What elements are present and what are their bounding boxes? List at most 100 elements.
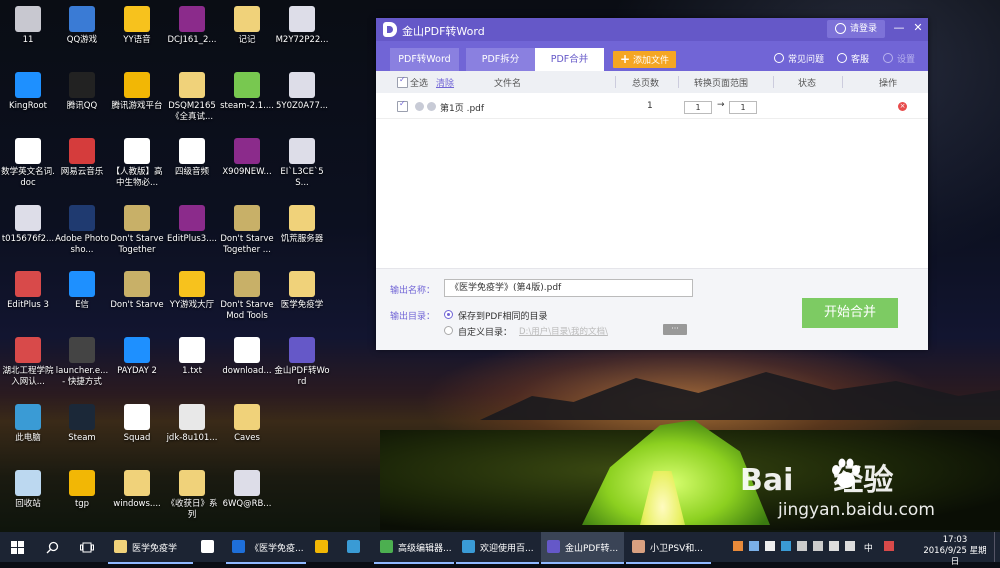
desktop-icon[interactable]: EditPlus 3 bbox=[0, 271, 56, 311]
desktop-icon[interactable]: PAYDAY 2 bbox=[109, 337, 165, 377]
desktop-icon[interactable]: 医学免疫学 bbox=[274, 271, 330, 311]
option-custom-dir[interactable]: 自定义目录： bbox=[458, 325, 512, 338]
desktop-icon[interactable]: M2Y72P22... bbox=[274, 6, 330, 46]
desktop-icon[interactable]: Adobe Photosho... bbox=[54, 205, 110, 256]
desktop-icon[interactable]: EditPlus3.... bbox=[164, 205, 220, 245]
desktop-icon[interactable]: Caves bbox=[219, 404, 275, 444]
desktop-icon[interactable]: Squad bbox=[109, 404, 165, 444]
select-all-checkbox[interactable] bbox=[397, 75, 408, 88]
tray-app-icon[interactable] bbox=[797, 541, 807, 551]
show-desktop-button[interactable] bbox=[994, 532, 1000, 562]
desktop-icon[interactable]: Don't Starve Together bbox=[109, 205, 165, 256]
task-view-icon[interactable] bbox=[80, 541, 94, 554]
desktop-icon[interactable]: 5Y0Z0A77... bbox=[274, 72, 330, 112]
desktop-icon[interactable]: YY游戏大厅 bbox=[164, 271, 220, 311]
desktop-icon[interactable]: 四级音频 bbox=[164, 138, 220, 178]
tab-pdf-split[interactable]: PDF拆分 bbox=[466, 48, 535, 71]
row-checkbox[interactable] bbox=[397, 99, 408, 112]
desktop-icon[interactable]: launcher.e... - 快捷方式 bbox=[54, 337, 110, 388]
desktop-icon[interactable]: EI`L3CE`5S... bbox=[274, 138, 330, 189]
taskbar-app[interactable]: 小卫PSV和... bbox=[626, 532, 711, 564]
taskbar-app[interactable]: 金山PDF转... bbox=[541, 532, 624, 564]
taskbar-app[interactable] bbox=[341, 532, 369, 562]
taskbar-app[interactable] bbox=[309, 532, 337, 562]
app-icon bbox=[179, 470, 205, 496]
move-up-icon[interactable] bbox=[415, 102, 424, 111]
add-file-button[interactable]: + 添加文件 bbox=[613, 51, 676, 68]
clear-link[interactable]: 清除 bbox=[436, 76, 454, 89]
delete-icon[interactable]: × bbox=[898, 102, 907, 111]
desktop-icon[interactable]: QQ游戏 bbox=[54, 6, 110, 46]
desktop-icon[interactable]: 湖北工程学院入网认... bbox=[0, 337, 56, 388]
desktop-icon[interactable]: windows.... bbox=[109, 470, 165, 510]
browse-button[interactable]: ··· bbox=[663, 324, 687, 335]
app-icon bbox=[289, 337, 315, 363]
tray-app-icon[interactable] bbox=[733, 541, 743, 551]
taskbar-app[interactable] bbox=[195, 532, 223, 562]
desktop-icon[interactable]: 【人教版】高中生物必... bbox=[109, 138, 165, 189]
desktop-icon[interactable]: KingRoot bbox=[0, 72, 56, 112]
taskbar-app[interactable]: 欢迎使用百... bbox=[456, 532, 539, 564]
input-language[interactable]: 中 bbox=[864, 544, 873, 554]
desktop-icon[interactable]: Steam bbox=[54, 404, 110, 444]
start-merge-button[interactable]: 开始合并 bbox=[802, 298, 898, 328]
clock[interactable]: 17:03 2016/9/25 星期日 bbox=[920, 535, 990, 568]
desktop-icon[interactable]: DCJ161_2... bbox=[164, 6, 220, 46]
taskbar-app[interactable]: 《医学免疫... bbox=[226, 532, 306, 564]
tray-app-icon[interactable] bbox=[749, 541, 759, 551]
desktop-icon[interactable]: 1.txt bbox=[164, 337, 220, 377]
desktop-icon[interactable]: 6WQ@RB... bbox=[219, 470, 275, 510]
search-icon[interactable] bbox=[46, 541, 59, 554]
minimize-button[interactable]: — bbox=[892, 21, 906, 34]
desktop-icon[interactable]: 饥荒服务器 bbox=[274, 205, 330, 245]
desktop-icon[interactable]: 记记 bbox=[219, 6, 275, 46]
desktop-icon[interactable]: 腾讯游戏平台 bbox=[109, 72, 165, 112]
faq-button[interactable]: 常见问题 bbox=[774, 52, 824, 65]
title-bar[interactable]: 金山PDF转Word 请登录 — ✕ bbox=[376, 18, 928, 41]
select-all-label[interactable]: 全选 bbox=[410, 76, 428, 89]
desktop-icon[interactable]: DSQM2165《全真试... bbox=[164, 72, 220, 123]
service-button[interactable]: 客服 bbox=[837, 52, 869, 65]
desktop-icon[interactable]: 11 bbox=[0, 6, 56, 46]
shield-icon[interactable] bbox=[781, 541, 791, 551]
desktop-icon[interactable]: tgp bbox=[54, 470, 110, 510]
ime-icon[interactable] bbox=[883, 541, 894, 551]
radio-custom-dir[interactable] bbox=[444, 326, 453, 335]
tab-pdf-to-word[interactable]: PDF转Word bbox=[390, 48, 459, 71]
taskbar-app[interactable]: 医学免疫学 bbox=[108, 532, 193, 564]
desktop-icon[interactable]: 网易云音乐 bbox=[54, 138, 110, 178]
desktop-icon[interactable]: Don't Starve Together ... bbox=[219, 205, 275, 256]
desktop-icon[interactable]: 腾讯QQ bbox=[54, 72, 110, 112]
desktop-icon[interactable]: download... bbox=[219, 337, 275, 377]
move-down-icon[interactable] bbox=[427, 102, 436, 111]
option-same-dir[interactable]: 保存到PDF相同的目录 bbox=[458, 309, 548, 322]
desktop-icon[interactable]: t015676f2... bbox=[0, 205, 56, 245]
output-name-input[interactable]: 《医学免疫学》(第4版).pdf bbox=[444, 279, 693, 297]
desktop-icon[interactable]: Don't Starve Mod Tools bbox=[219, 271, 275, 322]
desktop-icon[interactable]: 《收获日》系列 bbox=[164, 470, 220, 521]
close-button[interactable]: ✕ bbox=[911, 21, 925, 34]
desktop-icon[interactable]: jdk-8u101... bbox=[164, 404, 220, 444]
range-from-input[interactable]: 1 bbox=[684, 101, 712, 114]
windows-start-icon[interactable] bbox=[11, 541, 24, 554]
desktop-icon[interactable]: 数学英文名词.doc bbox=[0, 138, 56, 189]
volume-icon[interactable] bbox=[845, 541, 855, 551]
settings-button[interactable]: 设置 bbox=[883, 52, 915, 65]
radio-same-dir[interactable] bbox=[444, 310, 453, 319]
desktop-icon[interactable]: steam-2.1.... bbox=[219, 72, 275, 112]
taskbar-app[interactable]: 高级编辑器... bbox=[374, 532, 454, 564]
tray-app-icon[interactable] bbox=[813, 541, 823, 551]
desktop-icon[interactable]: 此电脑 bbox=[0, 404, 56, 444]
desktop-icon[interactable]: Don't Starve bbox=[109, 271, 165, 311]
desktop-icon[interactable]: YY语音 bbox=[109, 6, 165, 46]
tray-app-icon[interactable] bbox=[765, 541, 775, 551]
range-to-input[interactable]: 1 bbox=[729, 101, 757, 114]
desktop-icon[interactable]: 金山PDF转Word bbox=[274, 337, 330, 388]
desktop-icon[interactable]: 回收站 bbox=[0, 470, 56, 510]
desktop-icon[interactable]: E信 bbox=[54, 271, 110, 311]
table-row[interactable]: 第1页 .pdf 1 1 → 1 × bbox=[376, 96, 928, 119]
tab-pdf-merge[interactable]: PDF合并 bbox=[535, 48, 604, 71]
desktop-icon[interactable]: X909NEW... bbox=[219, 138, 275, 178]
login-button[interactable]: 请登录 bbox=[827, 20, 885, 38]
wifi-icon[interactable] bbox=[829, 541, 839, 551]
